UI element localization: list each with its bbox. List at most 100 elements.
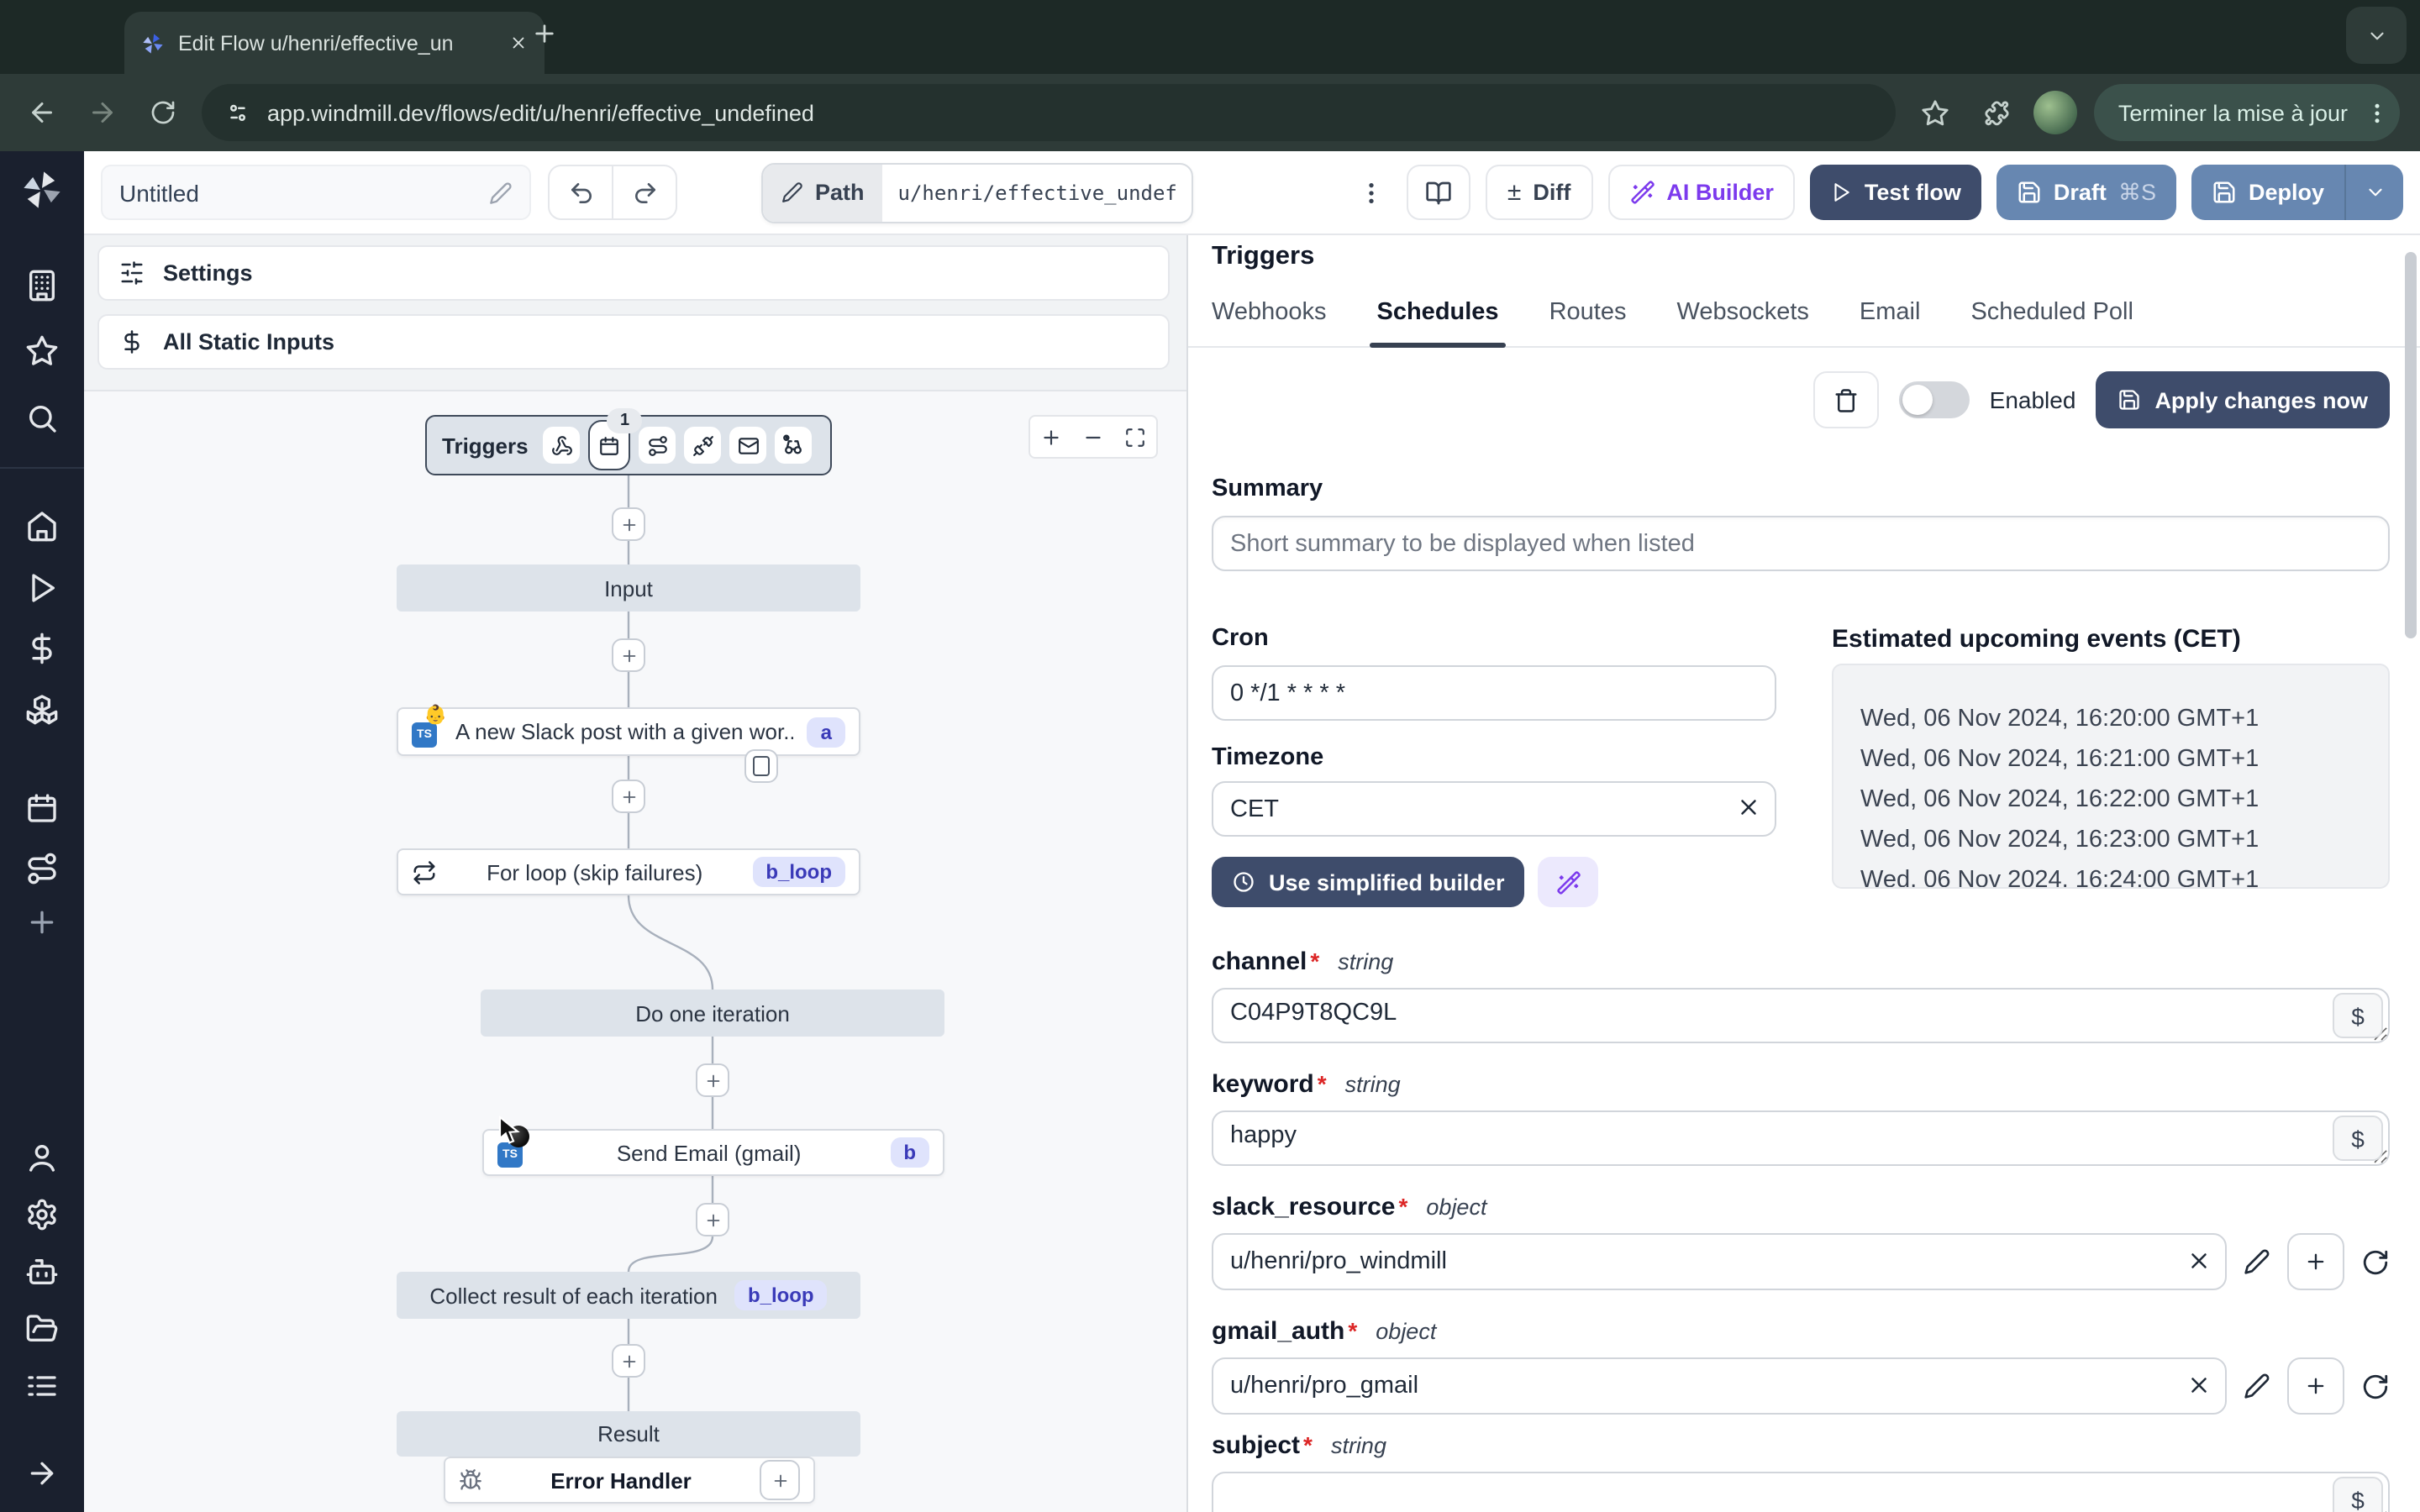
- insert-variable-button[interactable]: $: [2333, 1116, 2383, 1161]
- sidebar-item-resources[interactable]: [25, 692, 59, 726]
- add-step-button[interactable]: [612, 780, 645, 813]
- enabled-toggle[interactable]: [1898, 381, 1970, 418]
- tab-websockets[interactable]: Websockets: [1676, 299, 1808, 346]
- error-handler-node[interactable]: Error Handler: [444, 1457, 815, 1504]
- redo-button[interactable]: [612, 166, 676, 218]
- add-resource-button[interactable]: [2287, 1233, 2344, 1290]
- edit-resource-icon[interactable]: [2244, 1248, 2270, 1275]
- add-step-button[interactable]: [696, 1063, 729, 1097]
- deploy-button[interactable]: Deploy: [2191, 165, 2344, 220]
- sidebar-collapse[interactable]: [25, 1457, 59, 1490]
- delete-schedule-button[interactable]: [1812, 371, 1879, 428]
- sidebar-item-settings[interactable]: [25, 1198, 59, 1231]
- keyword-input[interactable]: happy: [1212, 1110, 2390, 1166]
- fit-view-icon[interactable]: [1124, 426, 1146, 448]
- diff-button[interactable]: ± Diff: [1485, 165, 1593, 220]
- sidebar-item-add[interactable]: [25, 906, 59, 939]
- ai-cron-button[interactable]: [1538, 857, 1599, 907]
- docs-button[interactable]: [1406, 165, 1470, 220]
- sidebar-item-workspace[interactable]: [25, 269, 59, 302]
- site-settings-icon[interactable]: [225, 100, 250, 125]
- panel-scrollbar[interactable]: [2405, 252, 2417, 638]
- scheduled-poll-trigger-icon[interactable]: [775, 427, 813, 464]
- schedule-trigger-icon[interactable]: 1: [588, 408, 643, 470]
- insert-variable-button[interactable]: $: [2333, 1477, 2383, 1512]
- windmill-logo[interactable]: [20, 168, 64, 212]
- url-bar[interactable]: app.windmill.dev/flows/edit/u/henri/effe…: [202, 84, 1897, 141]
- tab-scheduled-poll[interactable]: Scheduled Poll: [1970, 299, 2133, 346]
- sidebar-item-routes[interactable]: [25, 852, 59, 885]
- clear-resource-icon[interactable]: [2186, 1373, 2212, 1398]
- clear-timezone-icon[interactable]: [1736, 795, 1761, 820]
- ai-builder-button[interactable]: AI Builder: [1607, 165, 1796, 220]
- test-flow-button[interactable]: Test flow: [1810, 165, 1981, 220]
- sidebar-item-ai[interactable]: [25, 1255, 59, 1289]
- step-asset-button[interactable]: [744, 749, 778, 783]
- websocket-trigger-icon[interactable]: [684, 427, 722, 464]
- add-resource-button[interactable]: [2287, 1357, 2344, 1415]
- edit-resource-icon[interactable]: [2244, 1373, 2270, 1399]
- sidebar-item-folders[interactable]: [25, 1312, 59, 1346]
- input-node[interactable]: Input: [397, 564, 860, 612]
- insert-variable-button[interactable]: $: [2333, 993, 2383, 1038]
- tab-close-icon[interactable]: [509, 34, 528, 52]
- path-editor[interactable]: Path u/henri/effective_undef: [761, 162, 1194, 223]
- refresh-resource-icon[interactable]: [2361, 1372, 2390, 1400]
- deploy-options-button[interactable]: [2344, 165, 2403, 220]
- back-button[interactable]: [20, 91, 64, 134]
- flow-name-input[interactable]: Untitled: [101, 165, 531, 220]
- webhook-trigger-icon[interactable]: [543, 427, 581, 464]
- sidebar-item-variables[interactable]: [25, 632, 59, 665]
- triggers-node[interactable]: Triggers 1: [425, 408, 832, 475]
- sidebar-item-home[interactable]: [25, 509, 59, 543]
- new-tab-icon[interactable]: [531, 20, 558, 47]
- forward-button[interactable]: [81, 91, 124, 134]
- tab-strip-chevron[interactable]: [2346, 7, 2407, 64]
- edit-pencil-icon[interactable]: [489, 181, 513, 204]
- tab-schedules[interactable]: Schedules: [1370, 299, 1505, 348]
- add-step-button[interactable]: [696, 1203, 729, 1236]
- bookmark-star-icon[interactable]: [1913, 91, 1957, 134]
- cron-input[interactable]: [1212, 665, 1776, 721]
- gmail-auth-input[interactable]: [1212, 1357, 2227, 1415]
- add-error-handler-button[interactable]: [760, 1460, 800, 1500]
- more-menu-button[interactable]: [1351, 179, 1392, 206]
- undo-button[interactable]: [550, 166, 612, 218]
- browser-update-button[interactable]: Terminer la mise à jour: [2094, 84, 2400, 141]
- tab-webhooks[interactable]: Webhooks: [1212, 299, 1327, 346]
- summary-input[interactable]: [1212, 516, 2390, 571]
- send-email-node[interactable]: TS Send Email (gmail) b: [482, 1126, 944, 1176]
- slack-resource-input[interactable]: [1212, 1233, 2227, 1290]
- sidebar-item-user[interactable]: [25, 1141, 59, 1174]
- zoom-in-icon[interactable]: [1040, 426, 1062, 448]
- result-node[interactable]: Result: [397, 1411, 860, 1457]
- browser-tab[interactable]: Edit Flow u/henri/effective_un: [124, 12, 544, 74]
- reload-button[interactable]: [141, 91, 185, 134]
- route-trigger-icon[interactable]: [639, 427, 676, 464]
- sidebar-item-audit-logs[interactable]: [25, 1369, 59, 1403]
- forloop-node[interactable]: For loop (skip failures) b_loop: [397, 848, 860, 895]
- sidebar-item-runs[interactable]: [25, 571, 59, 605]
- path-value[interactable]: u/henri/effective_undef: [882, 181, 1192, 204]
- browser-menu-icon[interactable]: [2365, 100, 2390, 125]
- clear-resource-icon[interactable]: [2186, 1248, 2212, 1273]
- add-step-button[interactable]: [612, 638, 645, 672]
- add-step-button[interactable]: [612, 507, 645, 541]
- subject-input[interactable]: [1212, 1472, 2390, 1512]
- extensions-icon[interactable]: [1974, 91, 2018, 134]
- slack-step-node[interactable]: TS 👶 A new Slack post with a given wor...…: [397, 706, 860, 756]
- tab-email[interactable]: Email: [1860, 299, 1921, 346]
- refresh-resource-icon[interactable]: [2361, 1247, 2390, 1276]
- draft-button[interactable]: Draft ⌘S: [1996, 165, 2176, 220]
- zoom-out-icon[interactable]: [1082, 426, 1104, 448]
- sidebar-item-search[interactable]: [25, 402, 59, 435]
- apply-changes-button[interactable]: Apply changes now: [2096, 371, 2390, 428]
- sidebar-item-schedules[interactable]: [25, 791, 59, 825]
- profile-avatar[interactable]: [2033, 91, 2078, 134]
- collect-result-node[interactable]: Collect result of each iteration b_loop: [397, 1272, 860, 1319]
- tab-routes[interactable]: Routes: [1549, 299, 1627, 346]
- add-step-button[interactable]: [612, 1344, 645, 1378]
- timezone-input[interactable]: [1212, 781, 1776, 837]
- simplified-builder-button[interactable]: Use simplified builder: [1212, 857, 1525, 907]
- do-one-iteration-node[interactable]: Do one iteration: [481, 990, 944, 1037]
